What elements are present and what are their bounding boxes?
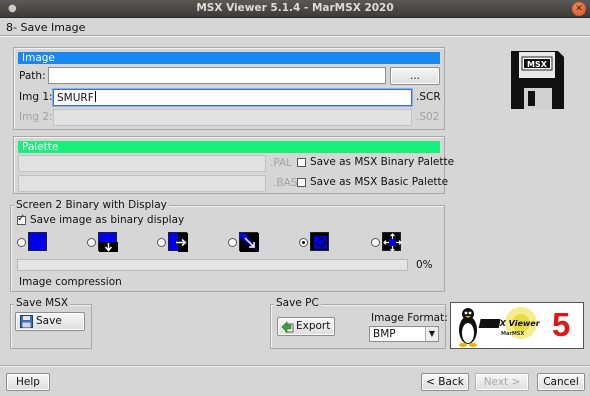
title-bar: ● MSX Viewer 5.1.4 - MarMSX 2020 ✕	[0, 0, 590, 18]
binary-palette-label: Save as MSX Binary Palette	[310, 156, 455, 168]
progress-percent: 0%	[416, 259, 433, 271]
img1-label: Img 1:	[19, 91, 53, 103]
img2-input	[53, 109, 412, 126]
bas-extension: .BAS	[273, 177, 298, 189]
logo-title: MSX Viewer	[486, 319, 540, 328]
logo-version: 5	[552, 306, 571, 343]
chevron-down-icon: ▼	[425, 327, 438, 341]
basic-palette-label: Save as MSX Basic Palette	[310, 176, 449, 188]
display-down-icon	[98, 232, 118, 252]
pal-extension: .PAL	[270, 157, 293, 169]
next-label: Next >	[483, 376, 521, 388]
help-label: Help	[16, 376, 40, 388]
save-pc-title: Save PC	[274, 297, 321, 309]
export-label: Export	[296, 320, 331, 332]
save-msx-title: Save MSX	[14, 297, 71, 309]
image-format-label: Image Format:	[371, 312, 448, 324]
next-button: Next >	[475, 373, 529, 391]
screen2-panel-title: Screen 2 Binary with Display	[14, 199, 169, 211]
img1-input[interactable]: SMURF	[53, 89, 412, 106]
cancel-button[interactable]: Cancel	[537, 373, 585, 391]
footer-divider	[0, 365, 590, 367]
window-title: MSX Viewer 5.1.4 - MarMSX 2020	[196, 2, 394, 14]
save-binary-checkbox[interactable]	[17, 213, 26, 225]
pal-file-input	[18, 155, 266, 172]
display-rotate-icon	[310, 232, 329, 251]
svg-text:MSX: MSX	[527, 60, 548, 69]
display-mode-radio-rotate[interactable]	[299, 238, 308, 247]
display-mode-radio-diagonal[interactable]	[228, 238, 237, 247]
path-label: Path:	[19, 70, 46, 82]
img1-value: SMURF	[57, 92, 94, 104]
display-right-icon	[168, 232, 188, 252]
display-diagonal-icon	[239, 232, 259, 252]
export-arrow-icon	[281, 321, 294, 333]
page-heading: 8- Save Image	[6, 21, 86, 34]
bas-file-input	[18, 175, 266, 192]
img2-extension: .S02	[416, 111, 440, 123]
logo-author: MarMSX	[501, 331, 525, 337]
browse-button[interactable]: ...	[390, 67, 440, 85]
msx-viewer-logo: MSX Viewer MarMSX 5	[450, 302, 584, 349]
compression-progress-bar	[17, 259, 408, 271]
text-caret	[94, 91, 96, 102]
basic-palette-checkbox[interactable]	[297, 178, 306, 187]
back-label: < Back	[426, 376, 464, 388]
img2-label: Img 2:	[19, 111, 53, 123]
image-format-value: BMP	[373, 328, 396, 340]
palette-panel-title: Palette	[18, 141, 440, 153]
floppy-disk-icon: MSX	[510, 50, 565, 110]
image-panel-title: Image	[18, 52, 440, 64]
display-mode-radio-down[interactable]	[87, 238, 96, 247]
display-mode-radio-right[interactable]	[157, 238, 166, 247]
path-input[interactable]	[48, 67, 386, 84]
display-expand-icon	[382, 232, 402, 252]
save-msx-button[interactable]: Save	[15, 312, 85, 331]
save-binary-label: Save image as binary display	[30, 214, 185, 226]
binary-palette-checkbox[interactable]	[297, 158, 306, 167]
cancel-label: Cancel	[543, 376, 579, 388]
display-mode-radio-expand[interactable]	[371, 238, 380, 247]
back-button[interactable]: < Back	[421, 373, 469, 391]
export-button[interactable]: Export	[277, 317, 335, 336]
display-mode-radio-plain[interactable]	[17, 238, 26, 247]
save-msx-label: Save	[36, 315, 62, 327]
image-format-select[interactable]: BMP ▼	[369, 326, 439, 342]
display-plain-icon	[28, 232, 47, 251]
floppy-icon	[20, 315, 33, 328]
img1-extension: .SCR	[416, 91, 441, 103]
help-button[interactable]: Help	[6, 373, 50, 391]
close-icon[interactable]: ✕	[572, 2, 586, 16]
compression-label: Image compression	[19, 276, 122, 288]
heading-divider	[0, 35, 590, 37]
